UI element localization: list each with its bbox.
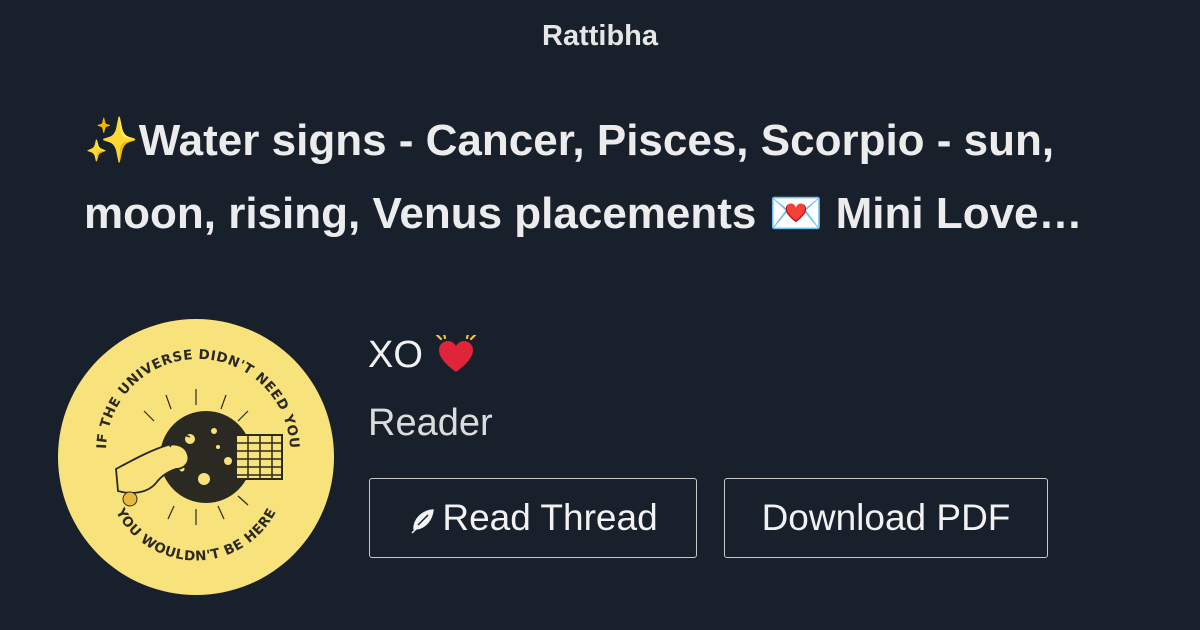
read-thread-button[interactable]: Read Thread bbox=[369, 478, 697, 558]
download-pdf-label: Download PDF bbox=[761, 497, 1011, 538]
download-pdf-button[interactable]: Download PDF bbox=[724, 478, 1048, 558]
author-name: XO bbox=[368, 334, 423, 376]
feather-icon bbox=[411, 509, 435, 534]
site-brand[interactable]: Rattibha bbox=[0, 20, 1200, 53]
read-thread-label: Read Thread bbox=[442, 497, 658, 538]
author-role: Reader bbox=[368, 402, 493, 444]
author-name-row: XO bbox=[368, 334, 477, 377]
beating-heart-icon bbox=[435, 334, 477, 372]
author-avatar: IF THE UNIVERSE DIDN'T NEED YOU YOU WOUL… bbox=[58, 319, 334, 595]
thread-title: ✨Water signs - Cancer, Pisces, Scorpio -… bbox=[84, 116, 1055, 238]
